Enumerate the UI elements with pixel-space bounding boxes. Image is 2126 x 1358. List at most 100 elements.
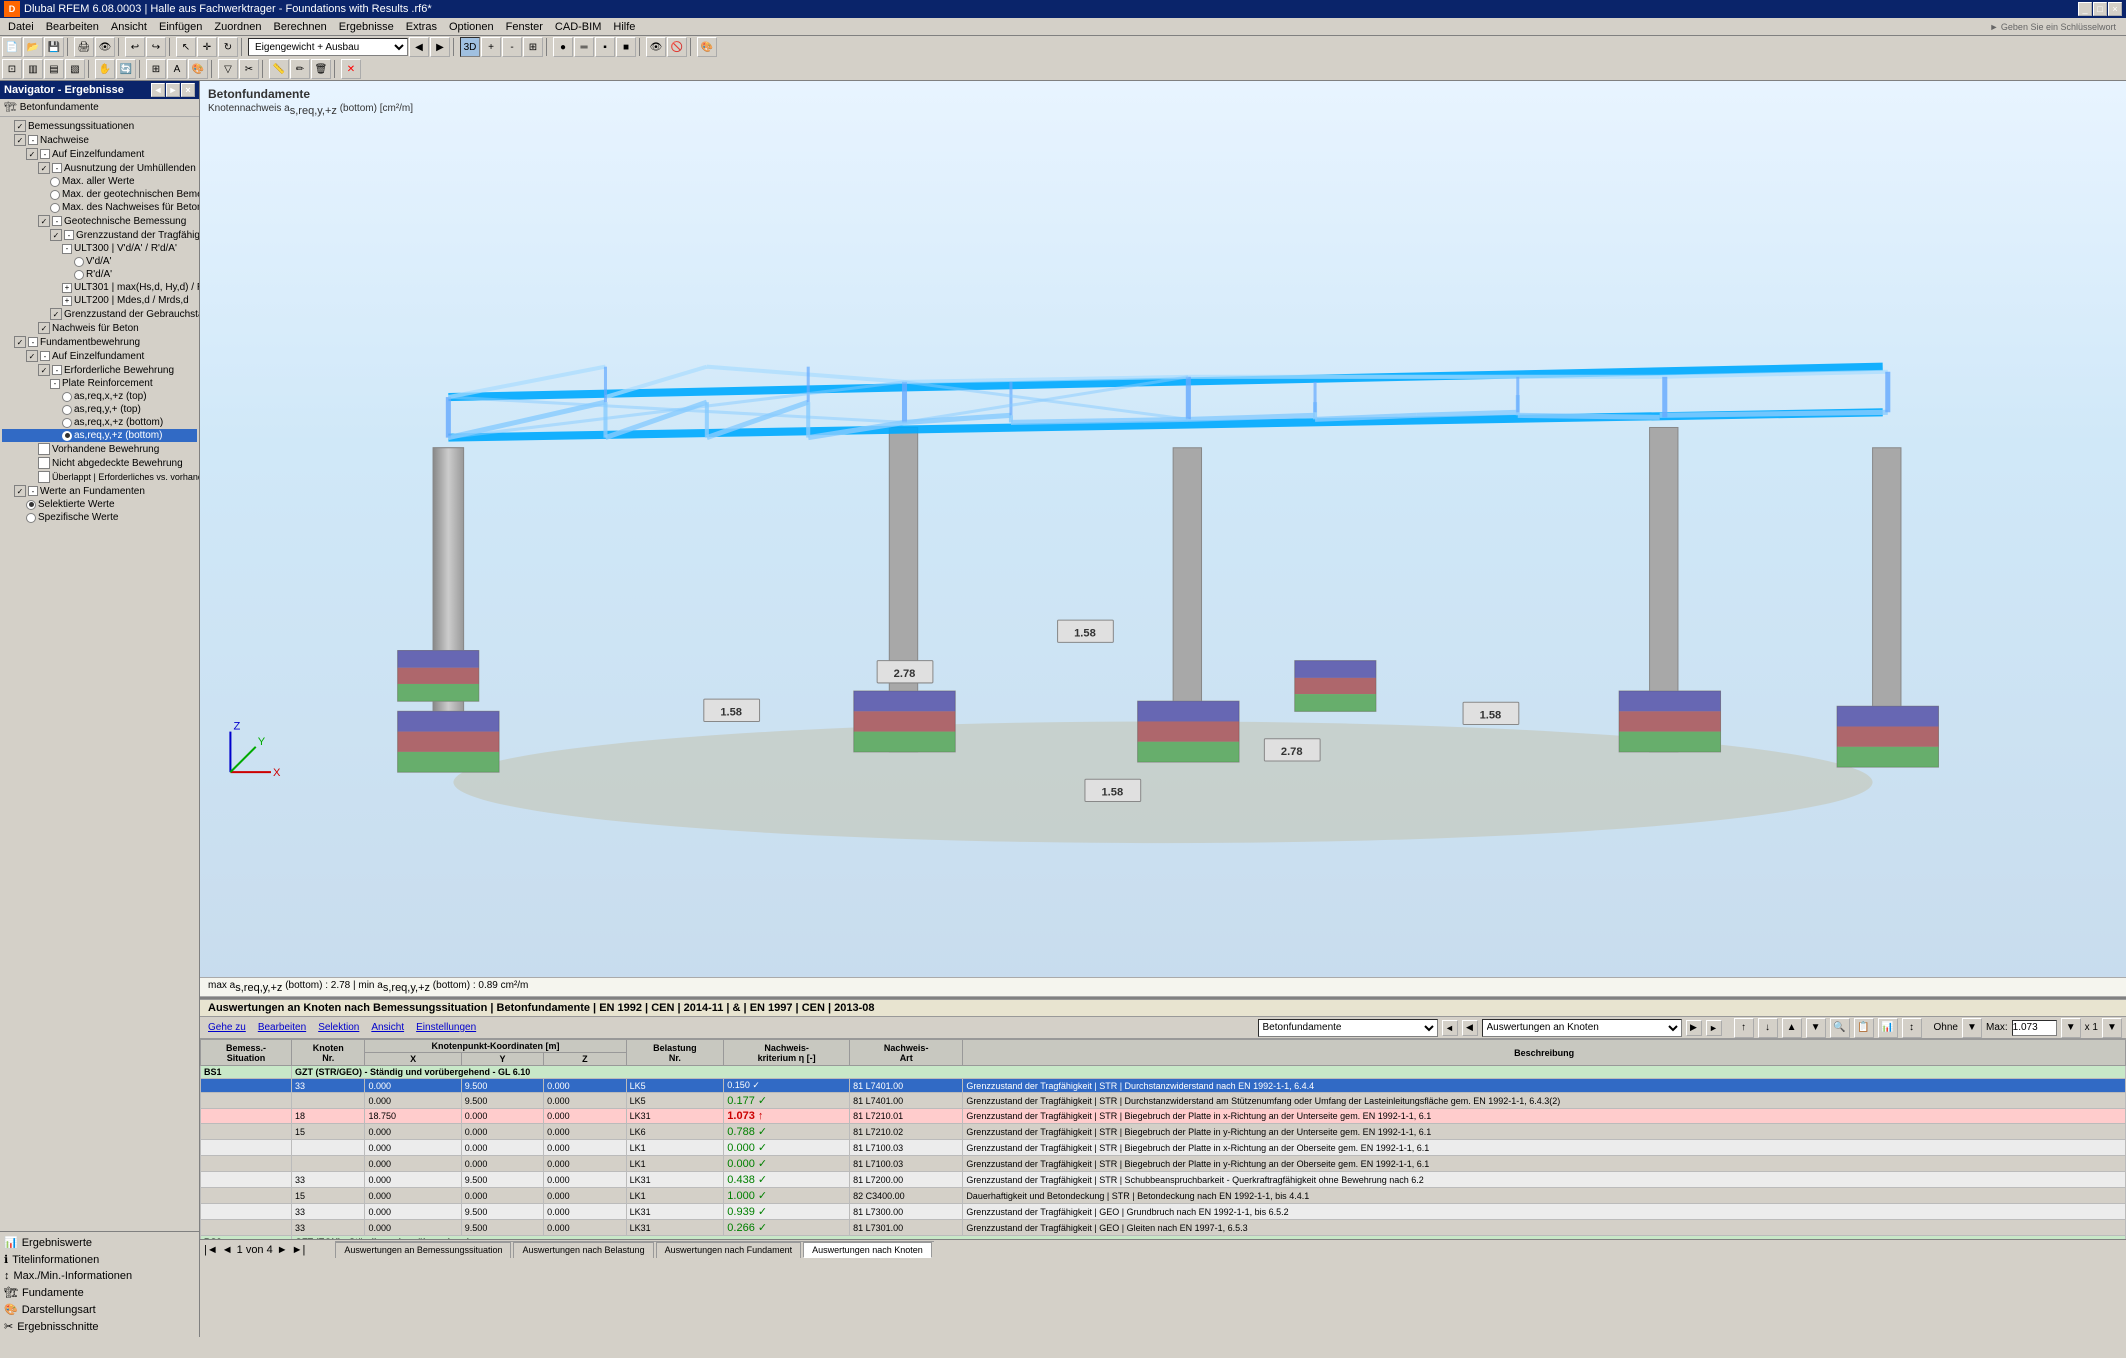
- tb-top-btn[interactable]: ▤: [44, 59, 64, 79]
- nav-check-werte[interactable]: ✓: [14, 485, 26, 497]
- tab-fundament[interactable]: Auswertungen nach Fundament: [656, 1242, 802, 1258]
- th-bemess-sit[interactable]: Bemess.-Situation: [201, 1040, 292, 1066]
- nav-ergebniswerte[interactable]: 📊 Ergebniswerte: [2, 1234, 197, 1251]
- nav-radio-max-geot[interactable]: [50, 190, 60, 200]
- table-row-9[interactable]: 33 0.000 9.500 0.000 LK31 0.939 ✓ 81 L73…: [201, 1204, 2126, 1220]
- results-tb-btn-3[interactable]: ▲: [1782, 1018, 1802, 1038]
- nav-ergebnisschnitte[interactable]: ✂ Ergebnisschnitte: [2, 1318, 197, 1335]
- nav-nachweis-beton[interactable]: ✓ Nachweis für Beton: [2, 321, 197, 335]
- nav-check-nicht[interactable]: [38, 457, 50, 469]
- table-row-6[interactable]: 0.000 0.000 0.000 LK1 0.000 ✓ 81 L7100.0…: [201, 1156, 2126, 1172]
- nav-radio-max-aller[interactable]: [50, 177, 60, 187]
- tb-pan-btn[interactable]: ✋: [95, 59, 115, 79]
- tb-move-btn[interactable]: ✛: [197, 37, 217, 57]
- nav-vorhandene[interactable]: Vorhandene Bewehrung: [2, 442, 197, 456]
- nav-check-geot[interactable]: ✓: [38, 215, 50, 227]
- tb-orbit-btn[interactable]: 🔄: [116, 59, 136, 79]
- panel-close-btn[interactable]: ×: [181, 83, 195, 97]
- menu-cad-bim[interactable]: CAD-BIM: [549, 20, 607, 34]
- nav-check-nachweise[interactable]: ✓: [14, 134, 26, 146]
- nav-expand-plate[interactable]: -: [50, 379, 60, 389]
- nav-plate-reinf[interactable]: - Plate Reinforcement: [2, 377, 197, 390]
- nav-auf-einzelf-2[interactable]: ✓ - Auf Einzelfundament: [2, 349, 197, 363]
- panel-controls[interactable]: ◄ ► ×: [151, 83, 195, 97]
- view-area[interactable]: Betonfundamente Knotennachweis as,req,y,…: [200, 81, 2126, 1337]
- results-tb-btn-4[interactable]: ▼: [1806, 1018, 1826, 1038]
- nav-radio-top-y[interactable]: [62, 405, 72, 415]
- th-nachweis-art[interactable]: Nachweis-Art: [850, 1040, 963, 1066]
- menu-optionen[interactable]: Optionen: [443, 20, 500, 34]
- tb-preview-btn[interactable]: 👁: [95, 37, 115, 57]
- max-value-input[interactable]: [2012, 1020, 2057, 1036]
- table-row-4[interactable]: 15 0.000 0.000 0.000 LK6 0.788 ✓ 81 L721…: [201, 1124, 2126, 1140]
- tb-surface-btn[interactable]: ▪: [595, 37, 615, 57]
- tb-undo-btn[interactable]: ↩: [125, 37, 145, 57]
- nav-geot-bem[interactable]: ✓ - Geotechnische Bemessung: [2, 214, 197, 228]
- tb-filter-btn[interactable]: ▽: [218, 59, 238, 79]
- title-bar-controls[interactable]: _ □ ×: [2078, 2, 2122, 16]
- panel-forward-btn[interactable]: ►: [166, 83, 180, 97]
- tb-label-btn[interactable]: A: [167, 59, 187, 79]
- tb-print-btn[interactable]: 🖨: [74, 37, 94, 57]
- close-button[interactable]: ×: [2108, 2, 2122, 16]
- nav-expand-einzelf[interactable]: -: [40, 149, 50, 159]
- nav-maxmin[interactable]: ↕ Max./Min.-Informationen: [2, 1268, 197, 1284]
- nav-spezifische[interactable]: Spezifische Werte: [2, 511, 197, 524]
- maximize-button[interactable]: □: [2093, 2, 2107, 16]
- results-main-dropdown[interactable]: Betonfundamente: [1258, 1019, 1438, 1037]
- nav-ueberlappt[interactable]: Überlappt | Erforderliches vs. vorhanden…: [2, 470, 197, 484]
- nav-erf-bewehrung[interactable]: ✓ - Erforderliche Bewehrung: [2, 363, 197, 377]
- nav-radio-vda[interactable]: [74, 257, 84, 267]
- tb-right-btn[interactable]: ▧: [65, 59, 85, 79]
- btn-bearbeiten[interactable]: Bearbeiten: [254, 1021, 310, 1034]
- nav-max-geot[interactable]: Max. der geotechnischen Bemessung: [2, 188, 197, 201]
- tb-color-btn[interactable]: 🎨: [188, 59, 208, 79]
- nav-check-einzelf[interactable]: ✓: [26, 148, 38, 160]
- nav-radio-top-x[interactable]: [62, 392, 72, 402]
- menu-einfuegen[interactable]: Einfügen: [153, 20, 208, 34]
- nav-expand-werte[interactable]: -: [28, 486, 38, 496]
- lc-prev-btn[interactable]: ◀: [409, 37, 429, 57]
- panel-back-btn[interactable]: ◄: [151, 83, 165, 97]
- btn-selektion[interactable]: Selektion: [314, 1021, 363, 1034]
- tb-iso-btn[interactable]: ⊡: [2, 59, 22, 79]
- menu-hilfe[interactable]: Hilfe: [607, 20, 641, 34]
- table-row-8[interactable]: 15 0.000 0.000 0.000 LK1 1.000 ✓ 82 C340…: [201, 1188, 2126, 1204]
- nav-werte[interactable]: ✓ - Werte an Fundamenten: [2, 484, 197, 498]
- nav-vd-a[interactable]: V'd/A': [2, 255, 197, 268]
- tb-member-btn[interactable]: ═: [574, 37, 594, 57]
- nav-expand-erf[interactable]: -: [52, 365, 62, 375]
- nav-expand-ausn[interactable]: -: [52, 163, 62, 173]
- nav-as-top-x[interactable]: as,req,x,+z (top): [2, 390, 197, 403]
- menu-extras[interactable]: Extras: [400, 20, 443, 34]
- btn-gehe-zu[interactable]: Gehe zu: [204, 1021, 250, 1034]
- nav-grenzzustand[interactable]: ✓ - Grenzzustand der Tragfähigkeit: [2, 228, 197, 242]
- results-tb-btn-6[interactable]: 📋: [1854, 1018, 1874, 1038]
- nav-max-beton[interactable]: Max. des Nachweises für Beton: [2, 201, 197, 214]
- th-beschreibung[interactable]: Beschreibung: [963, 1040, 2126, 1066]
- tb-node-btn[interactable]: ●: [553, 37, 573, 57]
- results-tb-btn-1[interactable]: ↑: [1734, 1018, 1754, 1038]
- th-belastung[interactable]: BelastungNr.: [626, 1040, 724, 1066]
- nav-expand-fundam[interactable]: -: [28, 337, 38, 347]
- nav-radio-bottom-x[interactable]: [62, 418, 72, 428]
- nav-check-fundam[interactable]: ✓: [14, 336, 26, 348]
- btn-ansicht[interactable]: Ansicht: [367, 1021, 408, 1034]
- nav-max-aller[interactable]: Max. aller Werte: [2, 175, 197, 188]
- results-table-wrap[interactable]: Bemess.-Situation KnotenNr. Knotenpunkt-…: [200, 1039, 2126, 1239]
- nav-radio-bottom-y[interactable]: [62, 431, 72, 441]
- tb-new-btn[interactable]: 📄: [2, 37, 22, 57]
- tb-solid-btn[interactable]: ■: [616, 37, 636, 57]
- nav-bemessungssituationen[interactable]: ✓ Bemessungssituationen: [2, 119, 197, 133]
- nav-check-einzelf2[interactable]: ✓: [26, 350, 38, 362]
- th-y[interactable]: Y: [461, 1053, 543, 1066]
- results-tb-btn-5[interactable]: 🔍: [1830, 1018, 1850, 1038]
- nav-nicht-abgedeckt[interactable]: Nicht abgedeckte Bewehrung: [2, 456, 197, 470]
- tb-front-btn[interactable]: ▥: [23, 59, 43, 79]
- btn-einstellungen[interactable]: Einstellungen: [412, 1021, 480, 1034]
- menu-ansicht[interactable]: Ansicht: [105, 20, 153, 34]
- table-row-2[interactable]: 0.000 9.500 0.000 LK5 0.177 ✓ 81 L7401.0…: [201, 1093, 2126, 1109]
- results-sub-dropdown[interactable]: Auswertungen an Knoten: [1482, 1019, 1682, 1037]
- nav-selektierte[interactable]: Selektierte Werte: [2, 498, 197, 511]
- nav-expand-ult200[interactable]: +: [62, 296, 72, 306]
